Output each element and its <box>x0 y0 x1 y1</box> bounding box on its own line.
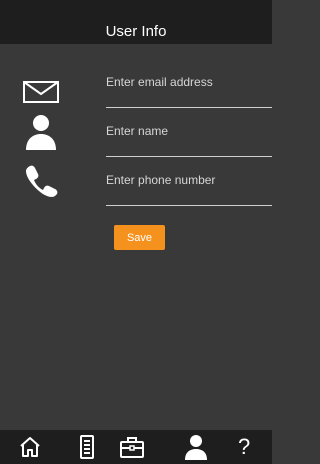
phone-field <box>106 165 272 206</box>
tab-profile[interactable] <box>176 430 216 464</box>
list-document-icon <box>80 435 94 459</box>
header-bar: User Info <box>0 0 272 44</box>
envelope-icon <box>23 81 59 103</box>
user-info-screen: User Info Save <box>0 0 272 464</box>
phone-icon <box>26 165 58 197</box>
save-button[interactable]: Save <box>114 225 165 250</box>
tab-home[interactable] <box>12 430 52 464</box>
name-field <box>106 116 272 157</box>
help-icon: ? <box>238 434 251 459</box>
home-icon <box>20 437 40 457</box>
tab-work[interactable] <box>112 430 152 464</box>
email-input[interactable] <box>106 67 266 97</box>
person-icon <box>185 435 207 460</box>
person-icon <box>26 115 56 150</box>
page-title: User Info <box>105 23 167 40</box>
name-input[interactable] <box>106 116 266 146</box>
bottom-tab-bar: ? <box>0 430 272 464</box>
tab-help[interactable]: ? <box>228 430 268 464</box>
briefcase-icon <box>120 437 144 458</box>
phone-input[interactable] <box>106 165 266 195</box>
email-field <box>106 67 272 108</box>
tab-list[interactable] <box>67 430 107 464</box>
